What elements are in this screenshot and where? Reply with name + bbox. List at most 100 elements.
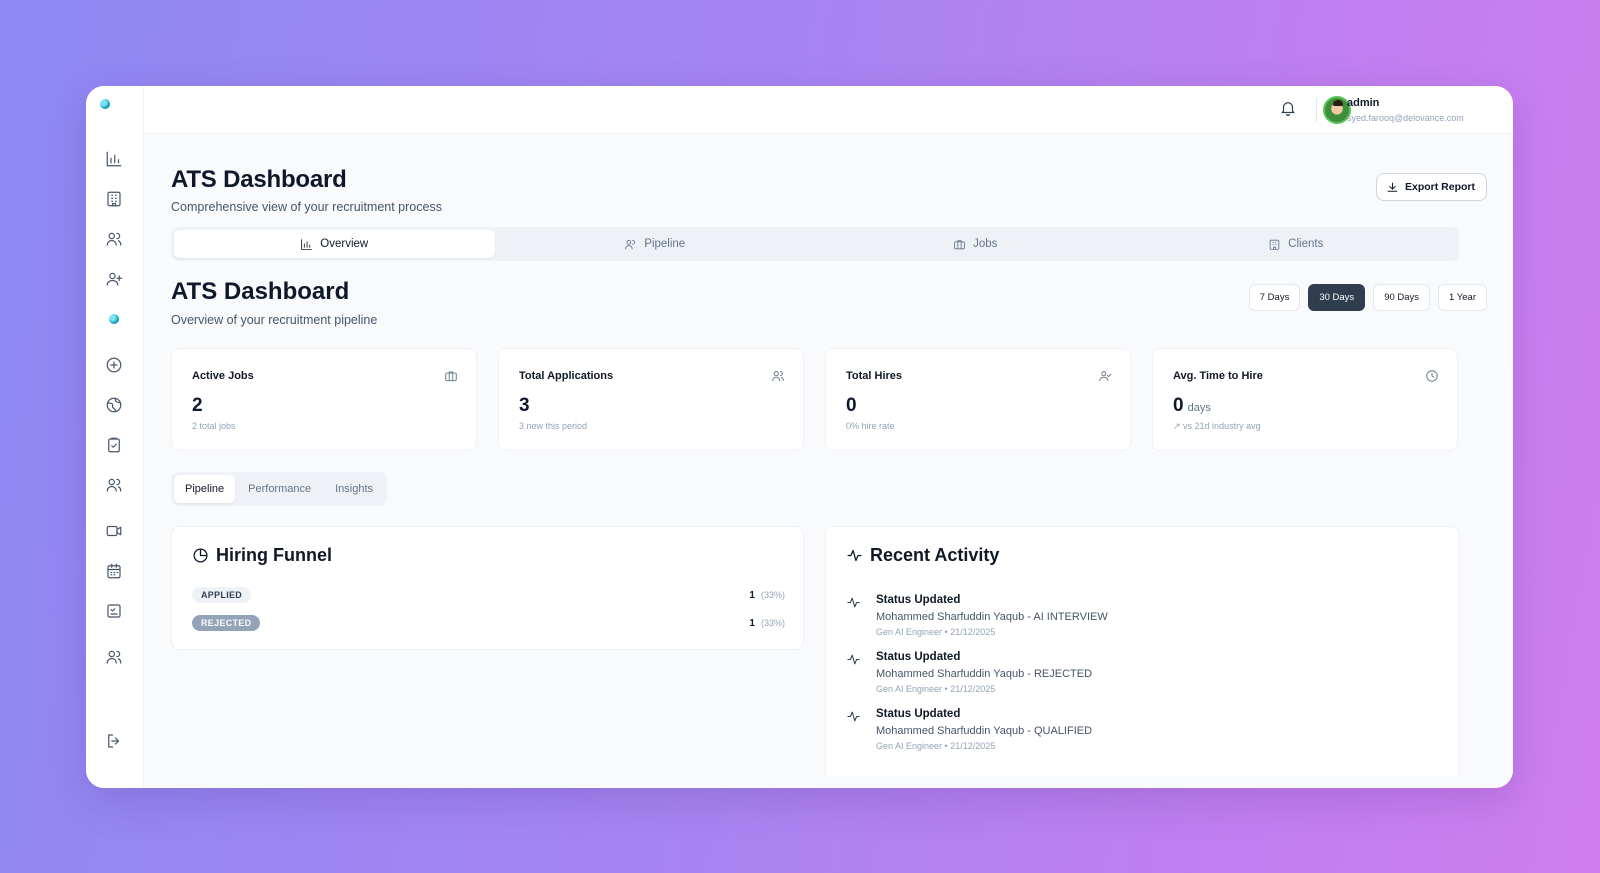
- sidebar-item-create[interactable]: [103, 354, 125, 376]
- activity-title: Status Updated: [876, 651, 961, 663]
- stat-unit: days: [1187, 402, 1211, 414]
- user-plus-icon: [106, 272, 123, 286]
- funnel-row-applied: APPLIED 1 (33%): [192, 586, 785, 604]
- divider: [1316, 98, 1317, 122]
- app-window: admin syed.farooq@delovance.com ATS Dash…: [86, 86, 1513, 788]
- stat-value: 0 days: [1173, 395, 1211, 416]
- app-logo[interactable]: [100, 99, 114, 113]
- users-icon: [625, 239, 636, 249]
- activity-meta: Gen AI Engineer • 21/12/2025: [876, 627, 996, 637]
- stat-note: ↗ vs 21d industry avg: [1173, 421, 1261, 431]
- main-content: ATS Dashboard Comprehensive view of your…: [144, 134, 1513, 788]
- dashboard-title: ATS Dashboard: [171, 278, 350, 305]
- stat-title: Active Jobs: [192, 370, 254, 382]
- notifications-button[interactable]: [1279, 99, 1299, 119]
- logout-button[interactable]: [103, 730, 125, 752]
- sidebar-item-checklist[interactable]: [103, 600, 125, 622]
- sub-tabs: Pipeline Performance Insights: [171, 472, 388, 506]
- bell-icon: [1281, 102, 1295, 117]
- stat-value: 3: [519, 395, 530, 416]
- activity-meta: Gen AI Engineer • 21/12/2025: [876, 741, 996, 751]
- sidebar-item-companies[interactable]: [103, 188, 125, 210]
- calendar-icon: [107, 563, 121, 579]
- tab-pipeline-view[interactable]: Pipeline: [174, 475, 236, 503]
- stat-note: 3 new this period: [519, 421, 588, 431]
- activity-icon: [847, 549, 862, 562]
- export-report-button[interactable]: Export Report: [1375, 173, 1487, 201]
- download-icon: [1387, 182, 1398, 192]
- period-30-days-button[interactable]: 30 Days: [1308, 284, 1366, 311]
- tab-jobs[interactable]: Jobs: [815, 230, 1136, 258]
- recent-activity-panel: Recent Activity Status Updated Mohammed …: [825, 526, 1459, 776]
- users-icon: [106, 650, 122, 664]
- globe-icon: [106, 397, 122, 413]
- activity-description: Mohammed Sharfuddin Yaqub - REJECTED: [876, 668, 1093, 680]
- clock-icon: [1425, 369, 1439, 383]
- export-report-label: Export Report: [1404, 181, 1475, 193]
- activity-title: Status Updated: [876, 708, 961, 720]
- sidebar-item-ats[interactable]: [103, 308, 125, 330]
- stage-badge: APPLIED: [192, 587, 252, 603]
- tab-clients[interactable]: Clients: [1136, 230, 1457, 258]
- activity-description: Mohammed Sharfuddin Yaqub - QUALIFIED: [876, 725, 1093, 737]
- activity-icon: [846, 709, 862, 725]
- stat-card-active-jobs: Active Jobs 2 2 total jobs: [171, 348, 477, 451]
- tab-overview[interactable]: Overview: [174, 230, 495, 258]
- dashboard-subtitle: Overview of your recruitment pipeline: [171, 313, 378, 327]
- sidebar-item-calendar[interactable]: [103, 560, 125, 582]
- list-item[interactable]: Status Updated Mohammed Sharfuddin Yaqub…: [846, 707, 1438, 759]
- stat-title: Total Applications: [519, 370, 614, 382]
- user-email: syed.farooq@delovance.com: [1347, 113, 1464, 123]
- tab-insights[interactable]: Insights: [324, 475, 384, 503]
- logout-icon: [108, 734, 120, 748]
- period-selector: 7 Days 30 Days 90 Days 1 Year: [1248, 284, 1487, 311]
- briefcase-icon: [444, 369, 458, 383]
- bar-chart-icon: [301, 238, 313, 250]
- sidebar: [86, 86, 144, 788]
- stage-count: 1 (33%): [749, 589, 785, 601]
- sidebar-item-tasks[interactable]: [103, 434, 125, 456]
- sidebar-item-globe[interactable]: [103, 394, 125, 416]
- clipboard-check-icon: [108, 437, 120, 453]
- sidebar-item-candidates[interactable]: [103, 228, 125, 250]
- page-subtitle: Comprehensive view of your recruitment p…: [171, 200, 442, 214]
- activity-description: Mohammed Sharfuddin Yaqub - AI INTERVIEW: [876, 611, 1108, 623]
- list-item[interactable]: Status Updated Mohammed Sharfuddin Yaqub…: [846, 650, 1438, 702]
- stat-value: 0: [846, 395, 857, 416]
- sidebar-item-add-candidate[interactable]: [103, 268, 125, 290]
- tab-label: Overview: [320, 238, 369, 250]
- pie-chart-icon: [193, 548, 208, 563]
- app-logo-icon: [109, 314, 119, 324]
- stat-note: 2 total jobs: [192, 421, 236, 431]
- panel-title: Hiring Funnel: [192, 545, 332, 566]
- tab-label: Clients: [1288, 238, 1324, 250]
- tab-pipeline[interactable]: Pipeline: [495, 230, 816, 258]
- users-icon: [106, 478, 122, 492]
- tab-performance[interactable]: Performance: [237, 475, 322, 503]
- period-90-days-button[interactable]: 90 Days: [1373, 284, 1431, 311]
- activity-meta: Gen AI Engineer • 21/12/2025: [876, 684, 996, 694]
- stat-card-total-hires: Total Hires 0 0% hire rate: [825, 348, 1131, 451]
- page-title: ATS Dashboard: [171, 166, 347, 193]
- user-check-icon: [1098, 369, 1112, 383]
- stat-title: Total Hires: [846, 370, 903, 382]
- activity-title: Status Updated: [876, 594, 961, 606]
- sidebar-item-analytics[interactable]: [103, 148, 125, 170]
- sidebar-item-interviews[interactable]: [103, 520, 125, 542]
- panel-title: Recent Activity: [846, 545, 999, 566]
- period-7-days-button[interactable]: 7 Days: [1248, 284, 1301, 311]
- stat-title: Avg. Time to Hire: [1173, 370, 1263, 382]
- hiring-funnel-panel: Hiring Funnel APPLIED 1 (33%) REJECTED 1(…: [171, 526, 804, 650]
- list-item[interactable]: Status Updated Mohammed Sharfuddin Yaqub…: [846, 593, 1438, 645]
- stat-note: 0% hire rate: [846, 421, 895, 431]
- period-1-year-button[interactable]: 1 Year: [1438, 284, 1487, 311]
- building-icon: [1269, 239, 1280, 250]
- users-icon: [771, 369, 785, 383]
- sidebar-item-users[interactable]: [103, 646, 125, 668]
- activity-icon: [846, 652, 862, 668]
- stage-badge: REJECTED: [192, 615, 261, 631]
- video-icon: [106, 525, 122, 537]
- sidebar-item-team[interactable]: [103, 474, 125, 496]
- stat-card-avg-time-to-hire: Avg. Time to Hire 0 days ↗ vs 21d industr…: [1152, 348, 1458, 451]
- checklist-icon: [107, 604, 121, 618]
